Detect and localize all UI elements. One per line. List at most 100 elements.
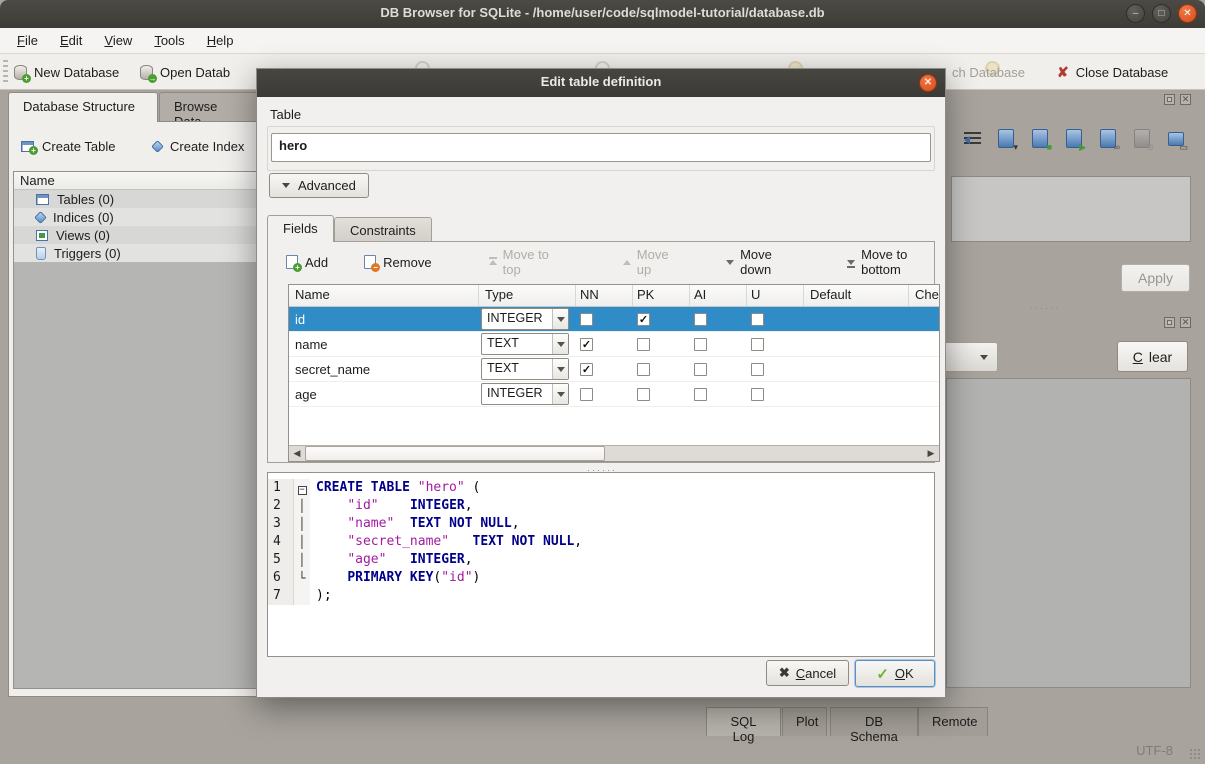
- dock-close-icon[interactable]: ✕: [1180, 317, 1191, 328]
- scroll-right-icon[interactable]: ▶: [923, 446, 939, 461]
- line-number: 6: [268, 569, 294, 587]
- table-name-input[interactable]: hero: [271, 133, 931, 162]
- status-bar: UTF-8: [0, 737, 1205, 764]
- checkbox[interactable]: [580, 313, 593, 326]
- tab-fields[interactable]: Fields: [267, 215, 334, 242]
- bottom-tab-remote[interactable]: Remote: [918, 707, 988, 736]
- scrollbar-thumb[interactable]: [305, 446, 605, 461]
- dock-splitter[interactable]: ······: [1030, 303, 1060, 313]
- checkbox[interactable]: [580, 388, 593, 401]
- sql-line: 7);: [268, 587, 934, 605]
- export-cell-icon[interactable]: ■: [1030, 127, 1051, 151]
- ok-button[interactable]: ✓ OK: [855, 660, 935, 687]
- cell-editor-area[interactable]: [951, 176, 1191, 242]
- checkbox[interactable]: [637, 388, 650, 401]
- field-row[interactable]: secret_nameTEXT✓: [289, 357, 939, 382]
- sql-log-list[interactable]: [946, 378, 1191, 688]
- line-number: 3: [268, 515, 294, 533]
- open-external-icon[interactable]: ▶: [1064, 127, 1085, 151]
- sql-line: 1−CREATE TABLE "hero" (: [268, 479, 934, 497]
- open-database-button[interactable]: → Open Datab: [140, 61, 230, 83]
- horizontal-scrollbar[interactable]: ◀ ▶: [289, 445, 939, 461]
- add-field-icon: +: [286, 255, 298, 269]
- create-index-button[interactable]: Create Index: [147, 134, 250, 159]
- sql-preview[interactable]: 1−CREATE TABLE "hero" (2│ "id" INTEGER,3…: [267, 472, 935, 657]
- field-row[interactable]: idINTEGER✓: [289, 307, 939, 332]
- checkbox[interactable]: ✓: [637, 313, 650, 326]
- remove-field-icon: −: [364, 255, 376, 269]
- clear-button[interactable]: Clear: [1117, 341, 1188, 372]
- dialog-titlebar[interactable]: Edit table definition ✕: [257, 69, 945, 97]
- bottom-tab-plot[interactable]: Plot: [782, 707, 827, 736]
- checkbox[interactable]: [751, 338, 764, 351]
- bottom-tab-db-schema[interactable]: DB Schema: [830, 707, 918, 736]
- move-up-button: Move up: [622, 247, 677, 277]
- print-icon[interactable]: ▭: [1166, 127, 1187, 151]
- menu-item-edit[interactable]: Edit: [49, 30, 93, 51]
- type-select[interactable]: INTEGER: [481, 308, 569, 330]
- maximize-icon[interactable]: □: [1152, 4, 1171, 23]
- field-row[interactable]: ageINTEGER: [289, 382, 939, 407]
- checkbox[interactable]: [751, 363, 764, 376]
- remove-button[interactable]: −Remove: [364, 255, 431, 270]
- checkbox[interactable]: [694, 313, 707, 326]
- cancel-button[interactable]: ✖ Cancel: [766, 660, 849, 686]
- checkbox[interactable]: [694, 338, 707, 351]
- move-to-bottom-button[interactable]: Move to bottom: [846, 247, 934, 277]
- menu-item-tools[interactable]: Tools: [143, 30, 195, 51]
- checkbox[interactable]: [694, 388, 707, 401]
- close-icon[interactable]: ✕: [1178, 4, 1197, 23]
- menu-item-file[interactable]: File: [6, 30, 49, 51]
- dock-close-icon[interactable]: ✕: [1180, 94, 1191, 105]
- checkbox[interactable]: [637, 338, 650, 351]
- menu-item-help[interactable]: Help: [196, 30, 245, 51]
- new-database-button[interactable]: + New Database: [14, 61, 119, 83]
- column-header-type: Type: [479, 285, 576, 306]
- checkbox[interactable]: [637, 363, 650, 376]
- bottom-tab-sql-log[interactable]: SQL Log: [706, 707, 781, 736]
- close-database-button[interactable]: ✘ Close Database: [1057, 61, 1168, 83]
- edit-cell-toolbar: ▾ ■ ▶ ∞ ⊖ ▭: [962, 127, 1187, 151]
- field-row[interactable]: nameTEXT✓: [289, 332, 939, 357]
- checkbox[interactable]: [751, 313, 764, 326]
- encoding-indicator[interactable]: UTF-8: [1136, 743, 1173, 758]
- toolbar-drag-handle[interactable]: [3, 60, 8, 84]
- checkbox[interactable]: [751, 388, 764, 401]
- move-up-icon: [622, 257, 630, 268]
- text-mode-icon[interactable]: [962, 127, 983, 151]
- chevron-down-icon: [552, 384, 568, 404]
- fold-marker-icon[interactable]: −: [298, 486, 307, 495]
- chevron-down-icon: [552, 359, 568, 379]
- link-icon[interactable]: ∞: [1098, 127, 1119, 151]
- dock-float-icon[interactable]: [1164, 317, 1175, 328]
- dialog-title: Edit table definition: [257, 74, 945, 89]
- checkbox[interactable]: ✓: [580, 338, 593, 351]
- checkbox[interactable]: [694, 363, 707, 376]
- move-to-top-button: Move to top: [488, 247, 558, 277]
- scroll-left-icon[interactable]: ◀: [289, 446, 305, 461]
- add-button[interactable]: +Add: [286, 255, 328, 270]
- create-table-icon: +: [21, 141, 34, 152]
- tag-icon: [34, 211, 47, 224]
- resize-grip[interactable]: [1189, 748, 1201, 760]
- minimize-icon[interactable]: –: [1126, 4, 1145, 23]
- tab-constraints[interactable]: Constraints: [334, 217, 432, 242]
- checkbox[interactable]: ✓: [580, 363, 593, 376]
- line-number: 4: [268, 533, 294, 551]
- menu-item-view[interactable]: View: [93, 30, 143, 51]
- type-select[interactable]: TEXT: [481, 358, 569, 380]
- line-number: 1: [268, 479, 294, 497]
- view-icon: [36, 230, 48, 241]
- window-titlebar: DB Browser for SQLite - /home/user/code/…: [0, 0, 1205, 28]
- tab-database-structure[interactable]: Database Structure: [8, 92, 158, 122]
- move-down-button[interactable]: Move down: [725, 247, 794, 277]
- import-cell-icon[interactable]: ▾: [996, 127, 1017, 151]
- dialog-close-icon[interactable]: ✕: [919, 74, 937, 92]
- table-icon: [36, 194, 49, 205]
- tab-browse-data[interactable]: Browse Data: [159, 92, 259, 122]
- create-table-button[interactable]: + Create Table: [15, 134, 121, 159]
- type-select[interactable]: TEXT: [481, 333, 569, 355]
- type-select[interactable]: INTEGER: [481, 383, 569, 405]
- advanced-button[interactable]: Advanced: [269, 173, 369, 198]
- dock-float-icon[interactable]: [1164, 94, 1175, 105]
